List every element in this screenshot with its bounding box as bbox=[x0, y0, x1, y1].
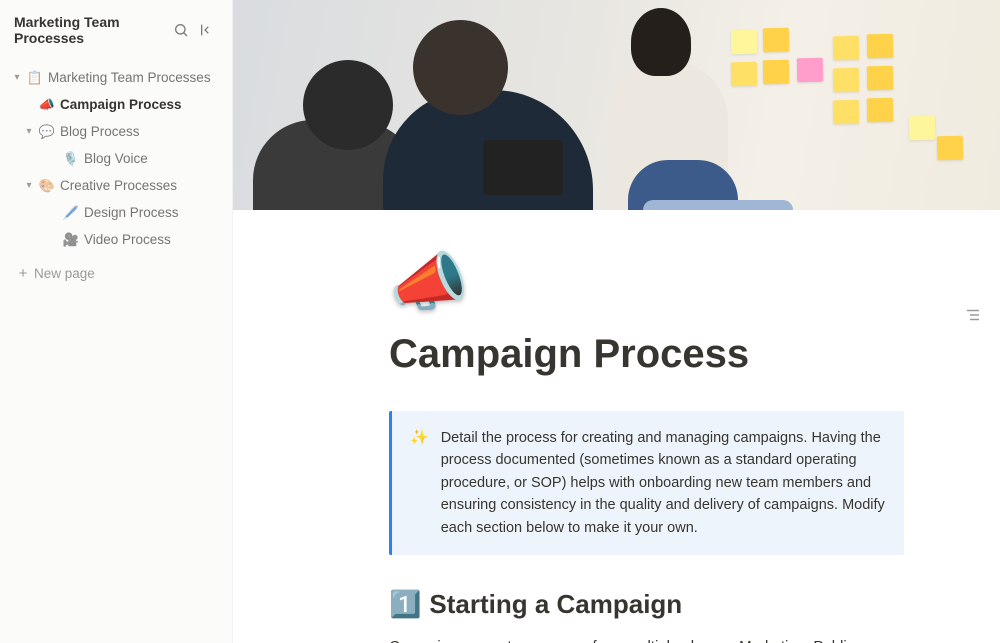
sidebar-item-blog-process[interactable]: ▾💬 Blog Process bbox=[0, 118, 232, 145]
sidebar-item-label: Blog Voice bbox=[84, 151, 148, 166]
sidebar-item-video-process[interactable]: 🎥 Video Process bbox=[0, 226, 232, 253]
cover-image[interactable] bbox=[233, 0, 1000, 210]
page-item-icon: 🎥 bbox=[62, 232, 80, 248]
callout-text: Detail the process for creating and mana… bbox=[441, 427, 888, 539]
page-tree: ▾📋Marketing Team Processes📣Campaign Proc… bbox=[0, 56, 232, 253]
callout-block[interactable]: ✨ Detail the process for creating and ma… bbox=[389, 411, 904, 555]
sidebar-item-label: Video Process bbox=[84, 232, 171, 247]
keycap-one-icon: 1️⃣ bbox=[389, 589, 421, 620]
table-of-contents-icon[interactable] bbox=[964, 306, 982, 324]
caret-icon[interactable]: ▾ bbox=[8, 72, 26, 83]
sidebar-item-design-process[interactable]: 🖊️ Design Process bbox=[0, 199, 232, 226]
sparkles-icon: ✨ bbox=[410, 427, 429, 539]
sidebar-item-label: Creative Processes bbox=[60, 178, 177, 193]
sidebar-item-blog-voice[interactable]: 🎙️ Blog Voice bbox=[0, 145, 232, 172]
new-page-label: New page bbox=[34, 266, 95, 281]
section-title: Starting a Campaign bbox=[429, 589, 682, 620]
section-heading-starting-campaign[interactable]: 1️⃣ Starting a Campaign bbox=[389, 589, 904, 620]
page-item-icon: 💬 bbox=[38, 124, 56, 140]
search-icon[interactable] bbox=[170, 19, 192, 41]
page-item-icon: 🎨 bbox=[38, 178, 56, 194]
caret-icon[interactable]: ▾ bbox=[20, 180, 38, 191]
sidebar-item-marketing-team-processes[interactable]: ▾📋 Marketing Team Processes bbox=[0, 64, 232, 91]
sidebar-item-label: Campaign Process bbox=[60, 97, 182, 112]
page-item-icon: 📋 bbox=[26, 70, 44, 86]
page-icon[interactable]: 📣 bbox=[389, 250, 469, 314]
sidebar-item-label: Blog Process bbox=[60, 124, 140, 139]
main-content: 📣 Campaign Process ✨ Detail the process … bbox=[233, 0, 1000, 643]
caret-icon[interactable]: ▾ bbox=[20, 126, 38, 137]
sidebar-header: Marketing Team Processes bbox=[0, 12, 232, 56]
body-text: Campaign requests can come from multiple… bbox=[389, 638, 896, 643]
sidebar-item-campaign-process[interactable]: 📣 Campaign Process bbox=[0, 91, 232, 118]
sidebar-item-label: Marketing Team Processes bbox=[48, 70, 211, 85]
section-body[interactable]: Campaign requests can come from multiple… bbox=[389, 636, 904, 643]
page-content: 📣 Campaign Process ✨ Detail the process … bbox=[233, 210, 1000, 643]
sidebar: Marketing Team Processes ▾📋Marketing Tea… bbox=[0, 0, 233, 643]
collapse-sidebar-icon[interactable] bbox=[196, 19, 218, 41]
sidebar-item-label: Design Process bbox=[84, 205, 179, 220]
new-page-button[interactable]: + New page bbox=[0, 259, 232, 288]
sidebar-item-creative-processes[interactable]: ▾🎨 Creative Processes bbox=[0, 172, 232, 199]
page-item-icon: 🎙️ bbox=[62, 151, 80, 167]
workspace-title[interactable]: Marketing Team Processes bbox=[14, 14, 166, 46]
page-item-icon: 📣 bbox=[38, 97, 56, 113]
page-title[interactable]: Campaign Process bbox=[389, 332, 904, 377]
page-item-icon: 🖊️ bbox=[62, 205, 80, 221]
plus-icon: + bbox=[14, 265, 32, 282]
